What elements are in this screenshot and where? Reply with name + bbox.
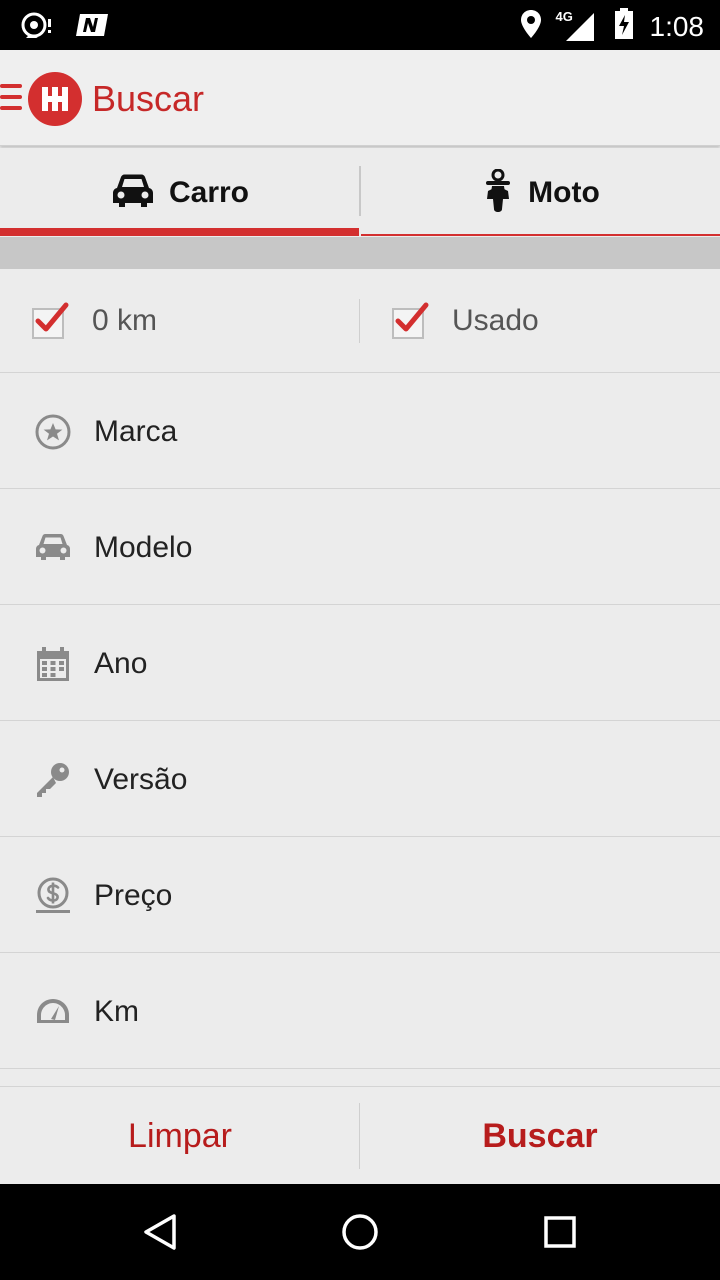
filter-item-modelo[interactable]: Modelo <box>0 489 720 605</box>
checkbox-0km-label: 0 km <box>92 304 158 337</box>
search-button[interactable]: Buscar <box>360 1087 720 1185</box>
app-logo-icon <box>28 72 82 126</box>
filter-item-label: Marca <box>94 415 178 448</box>
filter-item-label: Km <box>94 995 139 1028</box>
tab-carro[interactable]: Carro <box>0 148 360 238</box>
filter-item-label: Modelo <box>94 531 193 564</box>
filter-item-label: Preço <box>94 879 173 912</box>
motorcycle-rider-icon <box>482 168 514 218</box>
filter-item-versao[interactable]: Versão <box>0 721 720 837</box>
home-icon[interactable] <box>340 1212 380 1252</box>
tab-moto-label: Moto <box>528 176 600 209</box>
battery-charging-icon <box>614 8 634 45</box>
star-circle-icon <box>34 413 72 451</box>
page-title: Buscar <box>92 78 205 119</box>
filter-item-label: Versão <box>94 763 188 796</box>
tab-carro-label: Carro <box>168 176 250 209</box>
vehicle-type-tabs: Carro Moto <box>0 148 720 238</box>
checkbox-checked-icon <box>390 301 430 341</box>
menu-icon[interactable] <box>0 80 24 114</box>
car-icon <box>111 173 155 214</box>
signal-4g-icon: 4G <box>555 8 598 43</box>
filter-item-km[interactable]: Km <box>0 953 720 1069</box>
checkbox-checked-icon <box>30 301 70 341</box>
podcast-icon <box>20 10 54 45</box>
tab-indicator-active <box>0 228 359 236</box>
location-icon <box>520 9 542 44</box>
clear-button[interactable]: Limpar <box>0 1087 360 1185</box>
checkbox-usado[interactable]: Usado <box>390 269 539 373</box>
screen: 4G 1:08 Buscar Carro Moto 0 km Usado Mar… <box>0 0 720 1280</box>
n-app-icon <box>74 12 110 43</box>
app-bar: Buscar <box>0 50 720 146</box>
status-bar: 4G 1:08 <box>0 0 720 50</box>
action-bar: Limpar Buscar <box>0 1086 720 1184</box>
speedometer-icon <box>34 993 72 1031</box>
navigation-bar <box>0 1184 720 1280</box>
filter-item-preco[interactable]: Preço <box>0 837 720 953</box>
filter-list: Marca Modelo Ano Versão Preço Km <box>0 373 720 1069</box>
car-icon <box>34 529 72 567</box>
calendar-icon <box>34 645 72 683</box>
checkbox-usado-label: Usado <box>452 304 539 337</box>
money-icon <box>34 877 72 915</box>
key-icon <box>34 761 72 799</box>
recent-apps-icon[interactable] <box>540 1212 580 1252</box>
filter-item-marca[interactable]: Marca <box>0 373 720 489</box>
condition-filter-row: 0 km Usado <box>0 269 720 373</box>
filter-item-label: Ano <box>94 647 148 680</box>
section-separator <box>0 237 720 269</box>
clock: 1:08 <box>649 10 705 42</box>
back-icon[interactable] <box>140 1212 180 1252</box>
checkbox-divider <box>359 299 360 343</box>
tab-indicator-inactive <box>361 234 720 236</box>
tab-moto[interactable]: Moto <box>361 148 720 238</box>
network-type-label: 4G <box>555 8 573 24</box>
filter-item-ano[interactable]: Ano <box>0 605 720 721</box>
checkbox-0km[interactable]: 0 km <box>30 269 157 373</box>
